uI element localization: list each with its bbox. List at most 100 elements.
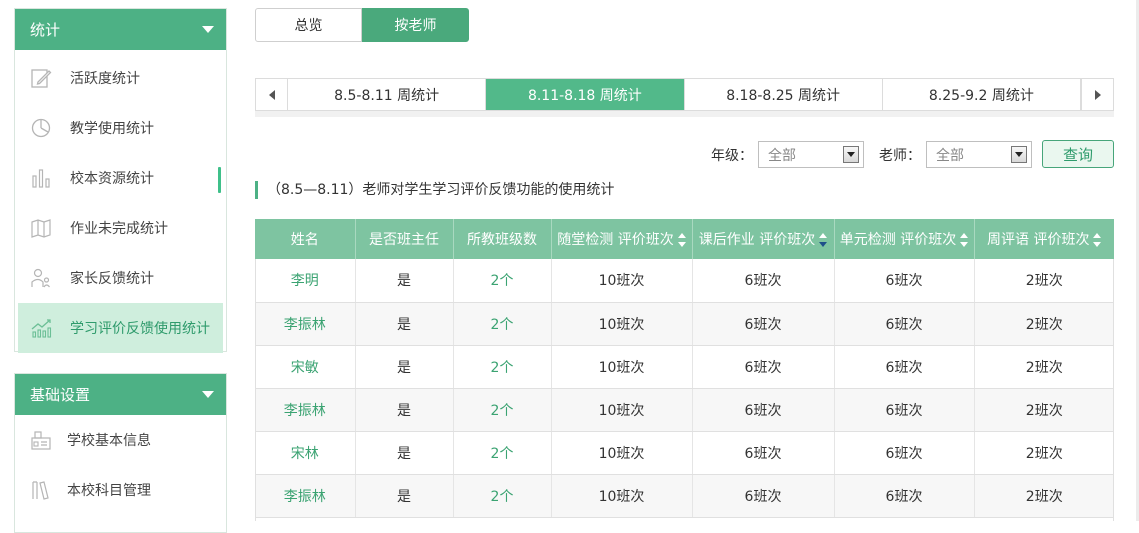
head-teacher-cell: 是 bbox=[355, 474, 454, 518]
sidebar-item-homework-unfinished[interactable]: 作业未完成统计 bbox=[15, 203, 226, 253]
unit-test-count-cell: 6班次 bbox=[834, 388, 975, 432]
sort-desc-icon[interactable] bbox=[819, 233, 828, 247]
quiz-count-cell: 10班次 bbox=[551, 259, 693, 303]
col-header-class-count: 所教班级数 bbox=[453, 219, 552, 259]
sort-icon[interactable] bbox=[677, 233, 686, 247]
homework-count-cell: 6班次 bbox=[692, 474, 835, 518]
quiz-count-cell: 10班次 bbox=[551, 302, 693, 346]
unit-test-count-cell: 6班次 bbox=[834, 474, 975, 518]
week-prev-button[interactable] bbox=[256, 79, 288, 110]
sidebar-item-label: 学习评价反馈使用统计 bbox=[70, 321, 210, 337]
weekly-comment-count-cell: 2班次 bbox=[974, 431, 1114, 475]
query-button[interactable]: 查询 bbox=[1042, 140, 1114, 168]
class-count-link[interactable]: 2个 bbox=[453, 388, 552, 432]
head-teacher-cell: 是 bbox=[355, 302, 454, 346]
settings-panel-header[interactable]: 基础设置 bbox=[15, 374, 226, 415]
stats-panel: 统计 活跃度统计 教学使用统计 校本资源统计 作业未完成统计 家长反馈统计 学习… bbox=[14, 8, 227, 353]
class-count-link[interactable]: 2个 bbox=[453, 431, 552, 475]
table-row: 李振林是 2个 10班次 6班次 6班次 2班次 bbox=[255, 388, 1114, 432]
bar-chart-icon bbox=[30, 167, 52, 189]
sidebar-item-activity[interactable]: 活跃度统计 bbox=[15, 53, 226, 103]
arrow-right-icon bbox=[1094, 89, 1101, 100]
sort-icon[interactable] bbox=[1093, 233, 1102, 247]
teacher-name-link[interactable]: 李振林 bbox=[255, 388, 356, 432]
head-teacher-cell: 是 bbox=[355, 345, 454, 389]
teacher-select[interactable]: 全部 bbox=[926, 141, 1032, 168]
homework-count-cell: 6班次 bbox=[692, 388, 835, 432]
quiz-count-cell: 10班次 bbox=[551, 388, 693, 432]
sidebar-item-label: 作业未完成统计 bbox=[70, 221, 168, 237]
table-header-row: 姓名 是否班主任 所教班级数 随堂检测 评价班次 课后作业 评价班次 单元检测 … bbox=[255, 219, 1114, 259]
class-count-link[interactable]: 2个 bbox=[453, 474, 552, 518]
table-row: 宋林是 2个 10班次 6班次 6班次 2班次 bbox=[255, 431, 1114, 475]
teacher-name-link[interactable]: 李振林 bbox=[255, 302, 356, 346]
week-next-button[interactable] bbox=[1081, 79, 1113, 110]
week-selector: 8.5-8.11 周统计 8.11-8.18 周统计 8.18-8.25 周统计… bbox=[255, 78, 1114, 117]
week-tab[interactable]: 8.25-9.2 周统计 bbox=[883, 79, 1081, 110]
sidebar-item-school-resources[interactable]: 校本资源统计 bbox=[15, 153, 226, 203]
unit-test-count-cell: 6班次 bbox=[834, 259, 975, 303]
sidebar-item-subject-management[interactable]: 本校科目管理 bbox=[15, 465, 226, 515]
pie-chart-icon bbox=[30, 117, 52, 139]
stats-panel-header[interactable]: 统计 bbox=[15, 9, 226, 50]
weekly-comment-count-cell: 2班次 bbox=[974, 259, 1114, 303]
col-header-unit-test[interactable]: 单元检测 评价班次 bbox=[834, 219, 975, 259]
arrow-left-icon bbox=[268, 89, 275, 100]
teacher-name-link[interactable]: 宋敏 bbox=[255, 345, 356, 389]
teacher-name-link[interactable]: 李振林 bbox=[255, 474, 356, 518]
week-tab[interactable]: 8.5-8.11 周统计 bbox=[288, 79, 487, 110]
parent-icon bbox=[30, 267, 52, 289]
sidebar-item-learning-evaluation[interactable]: 学习评价反馈使用统计 bbox=[18, 303, 223, 353]
dropdown-arrow-icon[interactable] bbox=[1011, 146, 1027, 163]
table-row: 宋敏是 2个 10班次 6班次 6班次 2班次 bbox=[255, 345, 1114, 389]
class-count-link[interactable]: 2个 bbox=[453, 345, 552, 389]
week-tab[interactable]: 8.18-8.25 周统计 bbox=[685, 79, 883, 110]
dropdown-arrow-icon[interactable] bbox=[843, 146, 859, 163]
class-count-link[interactable]: 2个 bbox=[453, 302, 552, 346]
unit-test-count-cell: 6班次 bbox=[834, 431, 975, 475]
weekly-comment-count-cell: 2班次 bbox=[974, 474, 1114, 518]
overview-tab[interactable]: 总览 bbox=[255, 8, 362, 42]
week-tab-active[interactable]: 8.11-8.18 周统计 bbox=[486, 79, 685, 110]
head-teacher-cell: 是 bbox=[355, 259, 454, 303]
head-teacher-cell: 是 bbox=[355, 388, 454, 432]
col-header-name: 姓名 bbox=[255, 219, 356, 259]
sidebar-item-label: 活跃度统计 bbox=[70, 71, 140, 87]
sidebar-item-label: 本校科目管理 bbox=[67, 483, 151, 499]
teacher-usage-table: 姓名 是否班主任 所教班级数 随堂检测 评价班次 课后作业 评价班次 单元检测 … bbox=[255, 219, 1114, 518]
weekly-comment-count-cell: 2班次 bbox=[974, 388, 1114, 432]
table-row: 李明是 2个 10班次 6班次 6班次 2班次 bbox=[255, 259, 1114, 303]
sidebar-item-label: 家长反馈统计 bbox=[70, 271, 154, 287]
class-count-link[interactable]: 2个 bbox=[453, 259, 552, 303]
teacher-label: 老师： bbox=[879, 148, 921, 164]
stats-panel-title: 统计 bbox=[30, 21, 61, 39]
caret-down-icon bbox=[202, 391, 214, 398]
sidebar-item-label: 校本资源统计 bbox=[70, 171, 154, 187]
view-toggle: 总览 按老师 bbox=[255, 8, 469, 42]
grade-select-value: 全部 bbox=[768, 147, 796, 164]
settings-panel: 基础设置 学校基本信息 本校科目管理 bbox=[14, 373, 227, 533]
grade-select[interactable]: 全部 bbox=[758, 141, 864, 168]
teacher-name-link[interactable]: 李明 bbox=[255, 259, 356, 303]
weekly-comment-count-cell: 2班次 bbox=[974, 345, 1114, 389]
by-teacher-tab[interactable]: 按老师 bbox=[362, 8, 469, 42]
quiz-count-cell: 10班次 bbox=[551, 431, 693, 475]
sidebar-item-parent-feedback[interactable]: 家长反馈统计 bbox=[15, 253, 226, 303]
teacher-name-link[interactable]: 宋林 bbox=[255, 431, 356, 475]
section-title: （8.5—8.11）老师对学生学习评价反馈功能的使用统计 bbox=[255, 181, 614, 199]
sidebar-item-school-info[interactable]: 学校基本信息 bbox=[15, 415, 226, 465]
unit-test-count-cell: 6班次 bbox=[834, 302, 975, 346]
table-row: 李振林是 2个 10班次 6班次 6班次 2班次 bbox=[255, 302, 1114, 346]
teacher-select-value: 全部 bbox=[936, 147, 964, 164]
sidebar-item-teaching-usage[interactable]: 教学使用统计 bbox=[15, 103, 226, 153]
col-header-quiz[interactable]: 随堂检测 评价班次 bbox=[551, 219, 693, 259]
school-icon bbox=[30, 429, 52, 451]
sort-icon[interactable] bbox=[960, 233, 969, 247]
col-header-weekly-comment[interactable]: 周评语 评价班次 bbox=[974, 219, 1114, 259]
head-teacher-cell: 是 bbox=[355, 431, 454, 475]
homework-count-cell: 6班次 bbox=[692, 302, 835, 346]
homework-count-cell: 6班次 bbox=[692, 259, 835, 303]
unit-test-count-cell: 6班次 bbox=[834, 345, 975, 389]
col-header-homework[interactable]: 课后作业 评价班次 bbox=[692, 219, 835, 259]
scrollbar-thumb[interactable] bbox=[218, 167, 221, 193]
